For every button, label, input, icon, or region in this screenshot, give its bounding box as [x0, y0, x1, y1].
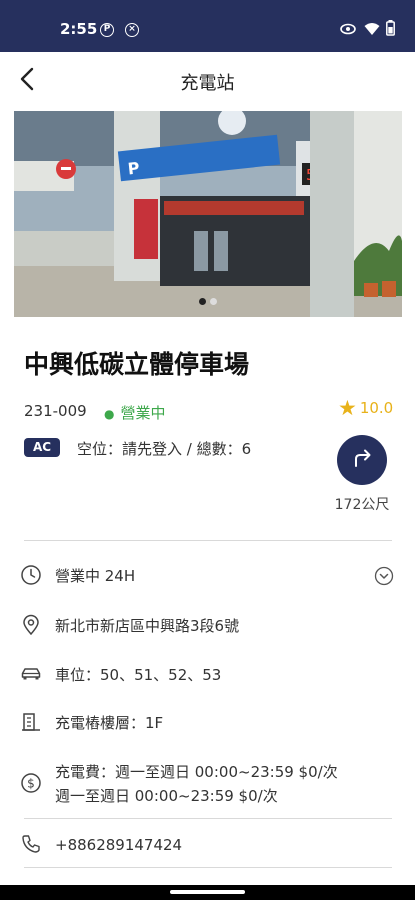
distance-label: 172公尺 — [334, 497, 390, 513]
carousel-dot-active[interactable] — [199, 298, 206, 305]
station-rating: ★ 10.0 — [338, 396, 393, 420]
status-time: 2:55 — [60, 20, 98, 38]
eye-icon — [340, 23, 356, 35]
status-bar: 2:55 P × — [0, 0, 415, 52]
carousel-dot[interactable] — [210, 298, 217, 305]
location-pin-icon — [23, 614, 39, 636]
parking-icon: P — [100, 23, 114, 37]
carousel-indicator — [14, 290, 402, 309]
star-icon: ★ — [338, 396, 357, 420]
wifi-icon — [364, 23, 380, 35]
fee-text-line-2: 週一至週日 00:00~23:59 $0/次 — [55, 787, 278, 805]
address-text[interactable]: 新北市新店區中興路3段6號 — [55, 614, 239, 638]
home-gesture-handle[interactable] — [170, 890, 245, 894]
rating-value: 10.0 — [359, 399, 394, 417]
car-icon — [21, 668, 41, 680]
navigation-bar — [0, 885, 415, 900]
svg-text:$: $ — [27, 777, 35, 791]
fee-text-line-1: 充電費：週一至週日 00:00~23:59 $0/次 — [55, 763, 338, 781]
parking-availability: 空位：請先登入 / 總數：6 — [77, 440, 252, 458]
building-icon — [22, 713, 40, 731]
dollar-icon: $ — [21, 773, 41, 793]
clock-icon — [21, 565, 41, 585]
open-status: ● 營業中 — [104, 402, 166, 423]
battery-icon — [386, 20, 395, 36]
chevron-down-icon[interactable] — [374, 566, 394, 586]
page-title: 充電站 — [180, 73, 235, 94]
open-status-text: 營業中 — [120, 404, 166, 422]
navigate-button[interactable] — [337, 435, 387, 485]
status-dot-icon: ● — [104, 407, 115, 421]
station-name: 中興低碳立體停車場 — [24, 350, 250, 379]
hours-text: 營業中 24H — [55, 567, 136, 585]
directions-arrow-icon — [355, 449, 371, 467]
cancel-icon: × — [125, 23, 139, 37]
section-divider — [24, 818, 392, 819]
app-bar: 充電站 — [0, 52, 415, 108]
phone-icon — [22, 835, 40, 853]
section-divider — [24, 867, 392, 868]
phone-number[interactable]: +886289147424 — [55, 833, 182, 857]
section-divider — [24, 540, 392, 541]
station-code: 231-009 — [24, 402, 87, 420]
charger-type-badge: AC — [24, 438, 60, 457]
parking-garage-photo: P 56 — [14, 111, 402, 317]
charger-floor-text: 充電樁樓層：1F — [55, 714, 164, 732]
station-photo-carousel[interactable]: P 56 — [14, 111, 402, 317]
svg-text:P: P — [127, 158, 141, 178]
parking-spaces-text: 車位：50、51、52、53 — [55, 666, 222, 684]
